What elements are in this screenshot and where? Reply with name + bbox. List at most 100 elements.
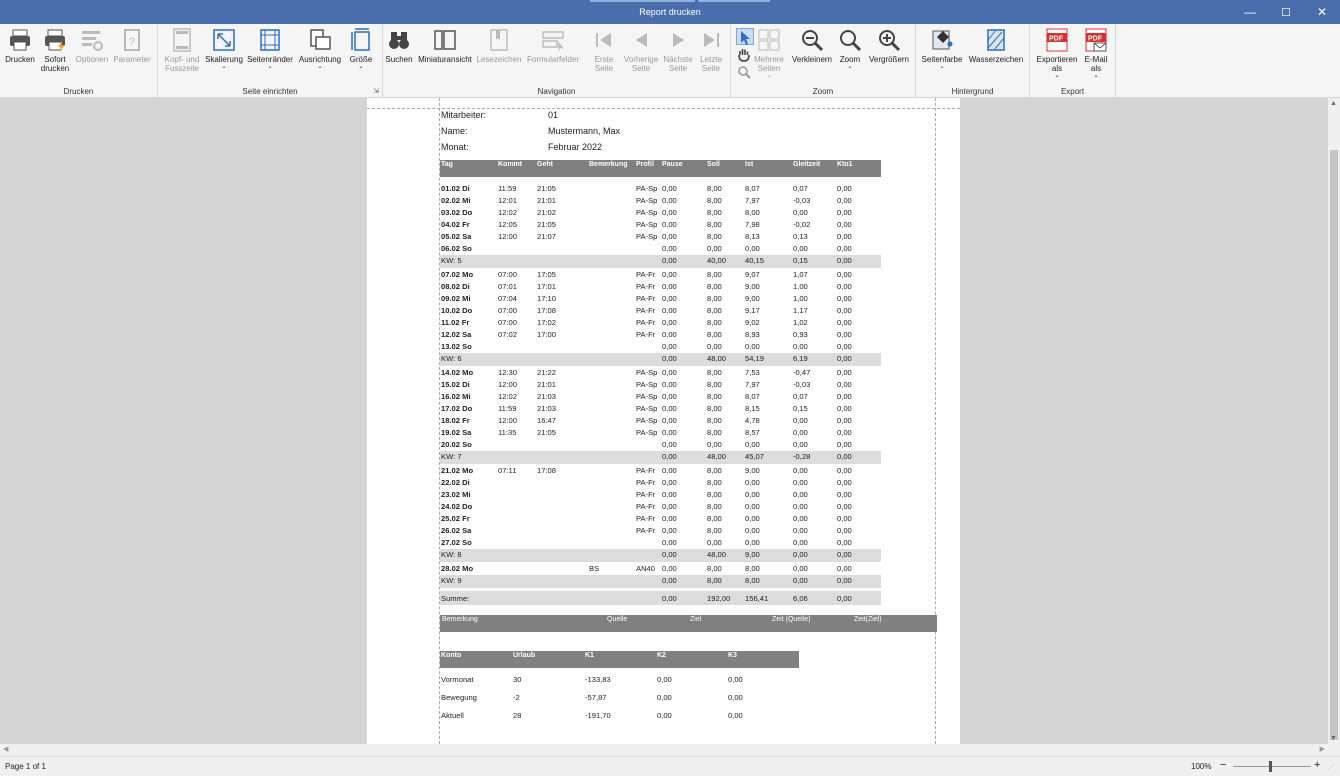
scroll-left-arrow[interactable]: ◀ (3, 745, 8, 753)
zoom-slider-track[interactable] (1233, 766, 1311, 767)
table-cell: PA-Sp (636, 416, 658, 425)
table-cell: 45,07 (745, 452, 765, 461)
horizontal-scrollbar[interactable]: ◀ ▶ (0, 744, 1328, 756)
table-cell: 4,78 (745, 416, 760, 425)
table-cell: 0,00 (662, 256, 677, 265)
week-subtotal-row: KW: 5 0,00 40,00 40,15 0,15 0,00 (440, 255, 881, 268)
table-cell: 0,00 (662, 318, 677, 327)
table-cell: PA-Sp (636, 232, 658, 241)
table-cell: 0,00 (793, 564, 808, 573)
table-cell: 8,00 (707, 490, 722, 499)
column-header: Bemerkung (442, 616, 478, 623)
table-cell: 21:01 (537, 380, 557, 389)
table-cell: KW: 6 (441, 354, 462, 363)
account-row: Vormonat 30 -133,83 0,00 0,00 (440, 674, 799, 686)
seitenfarbe-button[interactable]: Seitenfarbe ⌄ (912, 27, 972, 70)
table-cell: 0,00 (837, 256, 852, 265)
table-cell: 22.02 Di (441, 478, 470, 487)
table-cell: 0,00 (662, 306, 677, 315)
table-cell: 8,15 (745, 404, 760, 413)
table-cell: PA-Fr (636, 490, 656, 499)
button-label: Letzte Seite (700, 55, 722, 73)
table-cell: 0,00 (837, 208, 852, 217)
scroll-down-arrow[interactable]: ▼ (1330, 735, 1337, 742)
minimize-button[interactable]: — (1232, 0, 1268, 24)
dialog-launcher-icon[interactable]: ⇲ (373, 87, 379, 95)
vertical-scrollbar[interactable]: ▲ ▼ (1328, 98, 1340, 744)
table-cell: 21:05 (537, 184, 557, 193)
table-cell: PA-Fr (636, 502, 656, 511)
table-cell: 6,19 (793, 354, 808, 363)
table-cell: 0,13 (793, 232, 808, 241)
button-label: Zoom (839, 55, 861, 64)
print-preview-area[interactable]: Mitarbeiter: 01 Name: Mustermann, Max Monat:… (0, 98, 1328, 744)
zoom-slider-thumb[interactable] (1269, 761, 1272, 772)
table-cell: 0,00 (728, 693, 743, 702)
table-cell: 8,00 (707, 318, 722, 327)
report-print-window: Report drucken — ☐ ✕ Drucken Drucken Sofor… (0, 0, 1340, 776)
watermark-icon (987, 29, 1005, 51)
scroll-up-arrow[interactable]: ▲ (1330, 100, 1337, 107)
scroll-right-arrow[interactable]: ▶ (1320, 745, 1325, 753)
pdf-icon-text: PDF (1049, 36, 1064, 43)
table-cell: 0,00 (662, 208, 677, 217)
table-row: 25.02 Fr PA-Fr 0,00 8,00 0,00 0,00 0,00 (440, 513, 881, 525)
wasserzeichen-button[interactable]: Wasserzeichen (966, 27, 1026, 64)
table-cell: 8,00 (707, 502, 722, 511)
table-cell: 0,00 (662, 342, 677, 351)
table-cell: 21:02 (537, 208, 557, 217)
column-header: K3 (728, 652, 737, 659)
table-cell: 0,00 (662, 594, 677, 603)
close-button[interactable]: ✕ (1304, 0, 1340, 24)
table-cell: 0,00 (837, 404, 852, 413)
table-cell: 0,00 (662, 354, 677, 363)
table-cell: 8,00 (707, 306, 722, 315)
table-cell: 0,00 (745, 440, 760, 449)
table-cell: 0,07 (793, 184, 808, 193)
table-cell: 0,00 (707, 538, 722, 547)
lesezeichen-button[interactable]: Lesezeichen (469, 27, 529, 64)
email-button[interactable]: PDF E-Mail als ⌄ (1066, 27, 1126, 79)
table-cell: 0,15 (793, 404, 808, 413)
table-row: 23.02 Mi PA-Fr 0,00 8,00 0,00 0,00 0,00 (440, 489, 881, 501)
zoom-plus-button[interactable]: + (1314, 759, 1320, 771)
table-cell: -57,87 (585, 693, 607, 702)
table-cell: KW: 9 (441, 576, 462, 585)
ribbon-group-hintergrund: Hintergrund Seitenfarbe ⌄ Wasserzeichen (916, 24, 1030, 98)
table-cell: 0,00 (837, 184, 852, 193)
table-cell: 7,97 (745, 380, 760, 389)
table-cell: PA-Fr (636, 514, 656, 523)
table-cell: -191,70 (585, 711, 611, 720)
table-cell: 0,00 (837, 416, 852, 425)
miniatur-button[interactable]: Miniaturansicht (415, 27, 475, 64)
table-cell: 0,00 (662, 452, 677, 461)
table-cell: Vormonat (441, 675, 474, 684)
table-cell: 0,00 (837, 282, 852, 291)
table-cell: 0,00 (662, 466, 677, 475)
table-cell: 0,00 (745, 478, 760, 487)
week-subtotal-row: KW: 9 0,00 8,00 8,00 0,00 0,00 (440, 575, 881, 588)
table-row: 11.02 Fr 07:00 17:02 PA-Fr 0,00 8,00 9,02 1,02 0… (440, 317, 881, 329)
maximize-button[interactable]: ☐ (1268, 0, 1304, 24)
column-header: Ist (745, 161, 754, 168)
chevron-down-icon: ⌄ (317, 64, 323, 70)
table-cell: 18.02 Fr (441, 416, 470, 425)
table-cell: AN40 (636, 564, 655, 573)
vergroessern-button[interactable]: Vergrößern (859, 27, 919, 64)
table-cell: 21.02 Mo (441, 466, 474, 475)
table-cell: 0,00 (707, 342, 722, 351)
button-label: Suchen (385, 55, 413, 64)
table-cell: 0,00 (837, 550, 852, 559)
scroll-thumb[interactable] (1330, 150, 1338, 740)
table-cell: PA-Sp (636, 380, 658, 389)
window-title: Report drucken (639, 7, 701, 17)
table-cell: 0,00 (837, 342, 852, 351)
table-row: 27.02 So 0,00 0,00 0,00 0,00 0,00 (440, 537, 881, 549)
table-cell: 21:05 (537, 428, 557, 437)
binoculars-icon (389, 32, 409, 49)
table-cell: 8,00 (707, 232, 722, 241)
zoom-minus-button[interactable]: − (1220, 759, 1226, 771)
table-cell: 0,00 (662, 564, 677, 573)
table-cell: 0,00 (745, 342, 760, 351)
margins-icon (260, 29, 280, 51)
